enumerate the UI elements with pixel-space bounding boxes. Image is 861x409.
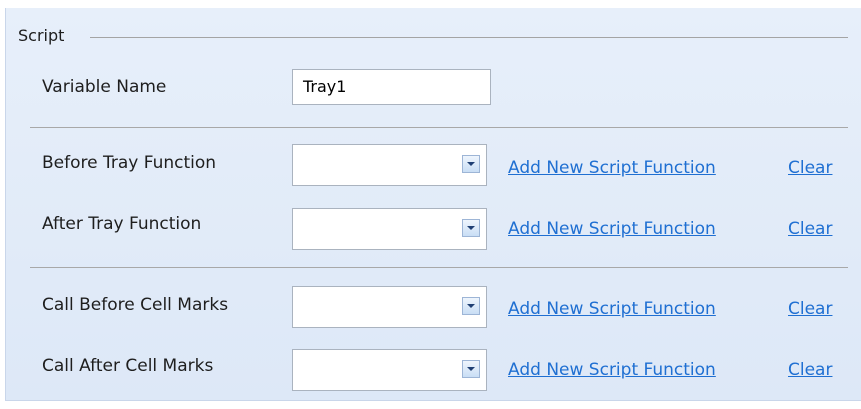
after-tray-clear-link[interactable]: Clear bbox=[788, 217, 832, 241]
before-tray-add-function-link[interactable]: Add New Script Function bbox=[508, 156, 716, 180]
call-before-clear-link[interactable]: Clear bbox=[788, 297, 832, 321]
call-before-cell-marks-dropdown[interactable] bbox=[292, 286, 487, 328]
call-after-add-function-link[interactable]: Add New Script Function bbox=[508, 358, 716, 382]
variable-name-input[interactable]: Tray1 bbox=[292, 69, 491, 105]
before-tray-function-label: Before Tray Function bbox=[42, 153, 217, 173]
group-title: Script bbox=[18, 26, 65, 45]
chevron-down-icon[interactable] bbox=[462, 155, 480, 173]
after-tray-function-dropdown[interactable] bbox=[292, 208, 487, 250]
after-tray-add-function-link[interactable]: Add New Script Function bbox=[508, 217, 716, 241]
call-after-clear-link[interactable]: Clear bbox=[788, 358, 832, 382]
chevron-down-icon[interactable] bbox=[462, 360, 480, 378]
chevron-down-icon[interactable] bbox=[462, 219, 480, 237]
before-tray-function-dropdown[interactable] bbox=[292, 144, 487, 186]
call-after-cell-marks-label: Call After Cell Marks bbox=[42, 356, 214, 376]
divider-2 bbox=[30, 267, 848, 268]
after-tray-function-label: After Tray Function bbox=[42, 214, 202, 234]
script-group-header: Script bbox=[18, 24, 848, 48]
variable-name-label: Variable Name bbox=[42, 77, 167, 97]
call-after-cell-marks-dropdown[interactable] bbox=[292, 349, 487, 391]
divider-1 bbox=[30, 127, 848, 128]
group-header-line bbox=[90, 37, 848, 38]
call-before-cell-marks-label: Call Before Cell Marks bbox=[42, 295, 229, 315]
call-before-add-function-link[interactable]: Add New Script Function bbox=[508, 297, 716, 321]
before-tray-clear-link[interactable]: Clear bbox=[788, 156, 832, 180]
chevron-down-icon[interactable] bbox=[462, 297, 480, 315]
script-panel bbox=[5, 8, 861, 401]
